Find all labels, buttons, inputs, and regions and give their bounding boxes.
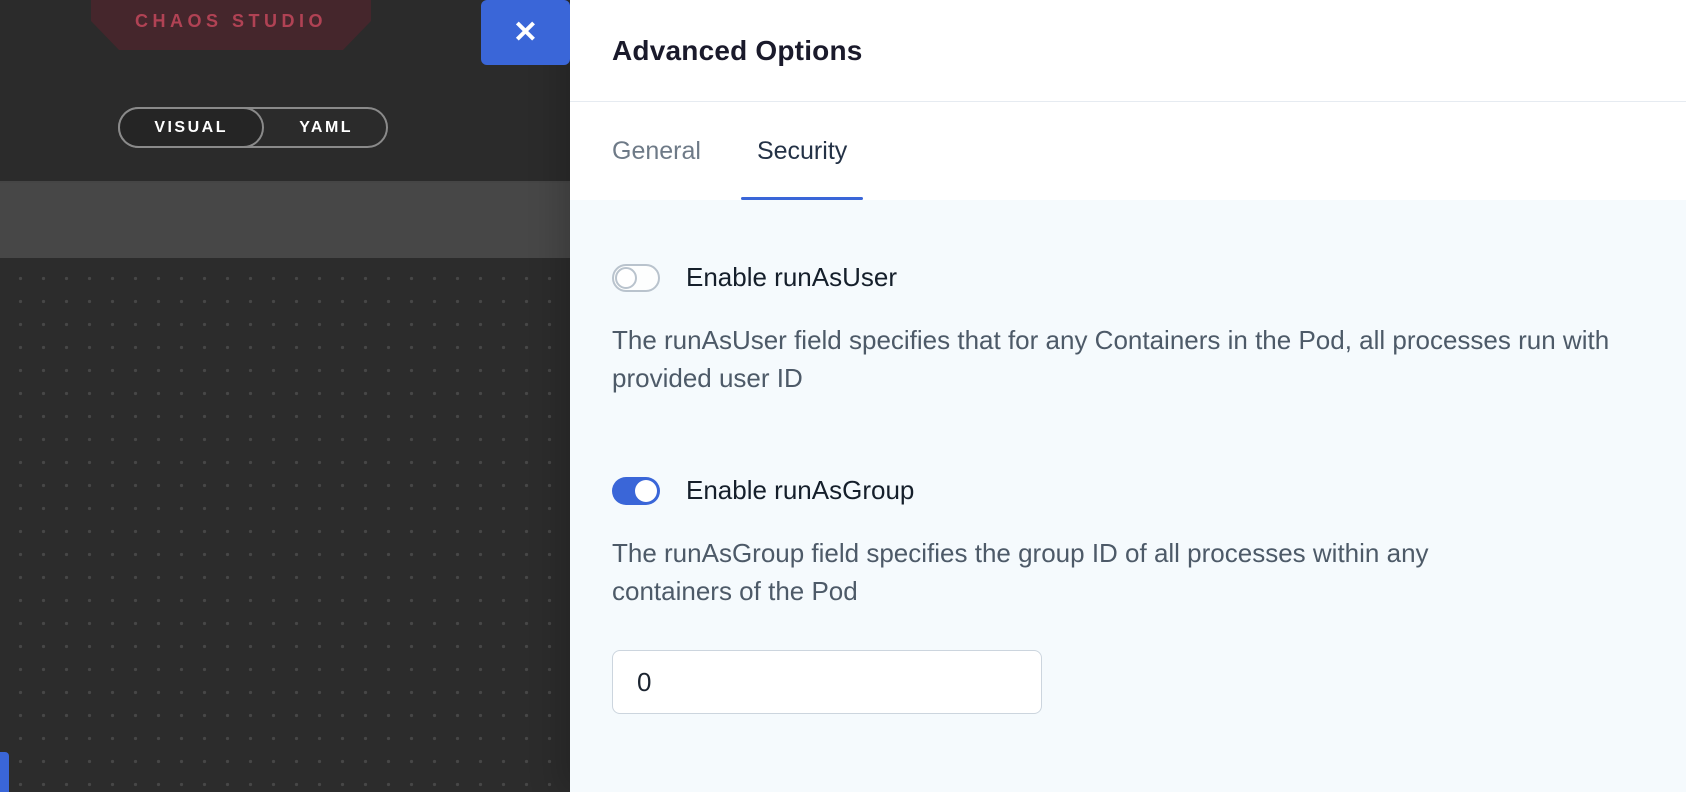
run-as-user-description: The runAsUser field specifies that for a… bbox=[612, 321, 1622, 397]
run-as-group-toggle[interactable] bbox=[612, 477, 660, 505]
run-as-group-description: The runAsGroup field specifies the group… bbox=[612, 534, 1552, 610]
yaml-tab[interactable]: YAML bbox=[266, 109, 386, 146]
chaos-studio-canvas-panel: CHAOS STUDIO VISUAL YAML bbox=[0, 0, 570, 792]
run-as-user-row: Enable runAsUser bbox=[612, 262, 1644, 293]
run-as-user-toggle[interactable] bbox=[612, 264, 660, 292]
dot-grid-canvas[interactable] bbox=[0, 258, 570, 792]
run-as-group-input[interactable] bbox=[612, 650, 1042, 714]
brand-title: CHAOS STUDIO bbox=[135, 11, 327, 50]
advanced-options-drawer: Advanced Options General Security Enable… bbox=[570, 0, 1686, 792]
drawer-tabs: General Security bbox=[570, 102, 1686, 200]
close-icon: ✕ bbox=[513, 18, 538, 48]
canvas-toolbar bbox=[0, 183, 570, 258]
chaos-studio-badge: CHAOS STUDIO bbox=[91, 0, 371, 50]
run-as-user-label: Enable runAsUser bbox=[686, 262, 897, 293]
partial-button[interactable] bbox=[0, 752, 9, 792]
tab-general[interactable]: General bbox=[612, 102, 701, 200]
visual-yaml-toggle[interactable]: VISUAL YAML bbox=[118, 107, 388, 148]
close-drawer-button[interactable]: ✕ bbox=[481, 0, 570, 65]
security-tab-content: Enable runAsUser The runAsUser field spe… bbox=[570, 200, 1686, 792]
visual-tab[interactable]: VISUAL bbox=[118, 107, 264, 148]
tab-security[interactable]: Security bbox=[757, 102, 847, 200]
toggle-knob bbox=[615, 267, 637, 289]
drawer-header: Advanced Options bbox=[570, 0, 1686, 102]
drawer-title: Advanced Options bbox=[612, 35, 863, 67]
run-as-group-row: Enable runAsGroup bbox=[612, 475, 1644, 506]
run-as-group-label: Enable runAsGroup bbox=[686, 475, 914, 506]
toggle-knob bbox=[635, 480, 657, 502]
